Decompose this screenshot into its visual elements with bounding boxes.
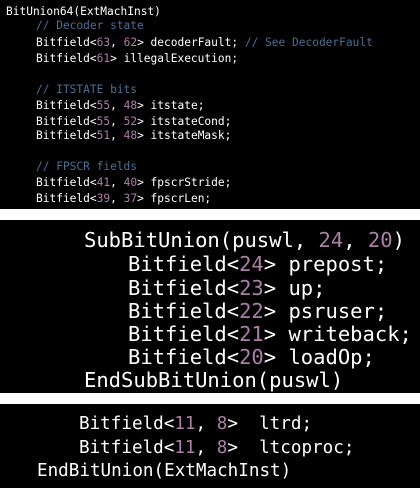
code-line: Bitfield<22> psruser; xyxy=(128,301,387,322)
code-text: Bitfield< xyxy=(128,276,240,300)
code-comment: // Decoder state xyxy=(36,19,144,32)
code-number: 24 xyxy=(239,252,264,276)
code-number: 21 xyxy=(239,322,264,346)
code-line: Bitfield<20> loadOp; xyxy=(128,347,375,368)
code-snippet-ext-mach-inst: BitUnion64(ExtMachInst) // Decoder state… xyxy=(0,0,420,209)
code-text: Bitfield< xyxy=(36,115,97,128)
code-text: Bitfield< xyxy=(128,299,240,323)
code-number: 61 xyxy=(96,52,111,65)
code-number: 51 xyxy=(96,129,111,142)
code-text: Bitfield< xyxy=(36,52,97,65)
code-text: Bitfield< xyxy=(79,414,175,434)
code-number: 11 xyxy=(174,414,196,434)
code-line: Bitfield<61> illegalExecution; xyxy=(36,53,238,64)
code-line: // ITSTATE bits xyxy=(36,84,137,95)
code-comment: // FPSCR fields xyxy=(36,160,138,173)
code-text: Bitfield< xyxy=(79,438,175,458)
code-text: > ltcoproc; xyxy=(227,438,355,458)
code-line: // FPSCR fields xyxy=(36,161,137,172)
code-text: Bitfield< xyxy=(36,129,97,142)
code-line: // Decoder state xyxy=(36,20,144,31)
code-line: Bitfield<55, 52> itstateCond; xyxy=(36,116,231,127)
code-number: 8 xyxy=(216,438,228,458)
code-text: , xyxy=(195,438,217,458)
code-text: Bitfield< xyxy=(128,252,240,276)
code-text: ) xyxy=(392,228,405,252)
code-snippet-end-bit-union: Bitfield<11, 8> ltrd; Bitfield<11, 8> lt… xyxy=(0,404,420,488)
code-text: > writeback; xyxy=(263,322,412,346)
code-line: EndSubBitUnion(puswl) xyxy=(84,370,343,391)
code-comment: // ITSTATE bits xyxy=(36,83,138,96)
code-snippet-sub-bit-union: SubBitUnion(puswl, 24, 20) Bitfield<24> … xyxy=(0,220,420,393)
code-line: Bitfield<11, 8> ltrd; xyxy=(79,414,313,434)
code-line: Bitfield<63, 62> decoderFault; // See De… xyxy=(36,37,373,48)
code-text: > decoderFault; xyxy=(137,36,245,49)
code-number: 20 xyxy=(367,228,393,252)
code-number: 40 xyxy=(123,176,138,189)
code-number: 22 xyxy=(239,299,264,323)
code-line: Bitfield<23> up; xyxy=(128,278,326,299)
code-text: , xyxy=(110,176,124,189)
code-text: > itstate; xyxy=(137,99,205,112)
code-text: > fpscrStride; xyxy=(137,176,232,189)
code-line: Bitfield<21> writeback; xyxy=(128,324,412,345)
code-number: 52 xyxy=(123,115,138,128)
code-number: 48 xyxy=(123,129,138,142)
code-text: , xyxy=(110,36,124,49)
code-number: 37 xyxy=(123,192,138,205)
code-text: , xyxy=(343,228,368,252)
code-line: BitUnion64(ExtMachInst) xyxy=(6,6,161,17)
code-number: 20 xyxy=(239,345,264,369)
code-text: BitUnion64(ExtMachInst) xyxy=(6,5,161,18)
code-text: Bitfield< xyxy=(128,322,240,346)
code-text: Bitfield< xyxy=(36,176,97,189)
code-text: > itstateCond; xyxy=(137,115,232,128)
code-line: Bitfield<39, 37> fpscrLen; xyxy=(36,193,211,204)
code-number: 8 xyxy=(216,414,228,434)
code-text: , xyxy=(110,192,124,205)
code-text: , xyxy=(110,99,124,112)
code-number: 62 xyxy=(123,36,138,49)
code-text: > ltrd; xyxy=(227,414,313,434)
code-number: 55 xyxy=(96,115,111,128)
code-text: Bitfield< xyxy=(36,36,97,49)
code-text: EndBitUnion(ExtMachInst) xyxy=(37,461,292,481)
code-text: Bitfield< xyxy=(36,192,97,205)
code-number: 39 xyxy=(96,192,111,205)
code-line: SubBitUnion(puswl, 24, 20) xyxy=(84,230,405,251)
code-text: > itstateMask; xyxy=(137,129,232,142)
code-line: Bitfield<11, 8> ltcoproc; xyxy=(79,438,355,458)
code-text: > loadOp; xyxy=(263,345,375,369)
code-number: 55 xyxy=(96,99,111,112)
code-text: > psruser; xyxy=(263,299,388,323)
code-text: Bitfield< xyxy=(128,345,240,369)
code-text: > up; xyxy=(263,276,326,300)
code-line: Bitfield<24> prepost; xyxy=(128,254,387,275)
code-number: 63 xyxy=(96,36,111,49)
code-number: 48 xyxy=(123,99,138,112)
code-line: Bitfield<55, 48> itstate; xyxy=(36,100,204,111)
code-text: Bitfield< xyxy=(36,99,97,112)
code-line: EndBitUnion(ExtMachInst) xyxy=(37,461,292,481)
code-comment: // See DecoderFault xyxy=(244,36,373,49)
code-number: 41 xyxy=(96,176,111,189)
code-number: 23 xyxy=(239,276,264,300)
code-text: > illegalExecution; xyxy=(110,52,239,65)
code-text: , xyxy=(195,414,217,434)
code-line: Bitfield<51, 48> itstateMask; xyxy=(36,130,231,141)
code-text: > fpscrLen; xyxy=(137,192,212,205)
code-text: EndSubBitUnion(puswl) xyxy=(84,368,344,392)
code-text: , xyxy=(110,129,124,142)
code-number: 11 xyxy=(174,438,196,458)
code-line: Bitfield<41, 40> fpscrStride; xyxy=(36,177,231,188)
code-text: > prepost; xyxy=(263,252,388,276)
code-text: , xyxy=(110,115,124,128)
code-number: 24 xyxy=(318,228,344,252)
code-text: SubBitUnion(puswl, xyxy=(84,228,319,252)
